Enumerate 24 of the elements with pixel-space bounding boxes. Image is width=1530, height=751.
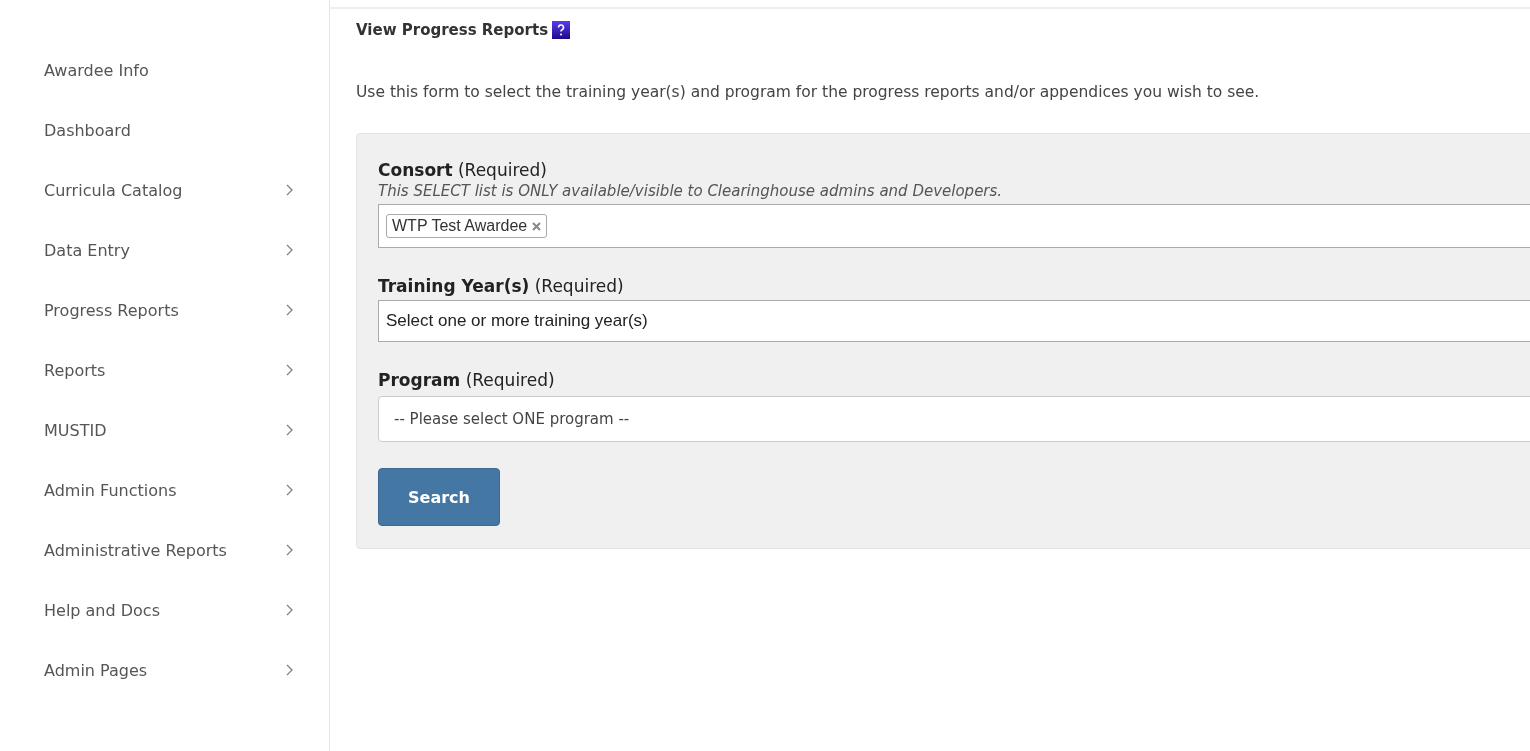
- tag-select-field[interactable]: WTP Test Awardee: [378, 204, 1530, 248]
- search-button[interactable]: Search: [378, 468, 500, 526]
- select-field[interactable]: -- Please select ONE program --: [378, 396, 1530, 442]
- sidebar-item[interactable]: Curricula Catalog: [44, 160, 294, 220]
- sidebar-item[interactable]: Admin Pages: [44, 640, 294, 700]
- field-label: Program (Required): [378, 370, 556, 390]
- sidebar-item[interactable]: Admin Functions: [44, 460, 294, 520]
- sidebar-item[interactable]: MUSTID: [44, 400, 294, 460]
- sidebar-item[interactable]: Data Entry: [44, 220, 294, 280]
- sidebar-item[interactable]: Help and Docs: [44, 580, 294, 640]
- sidebar-item[interactable]: Progress Reports: [44, 280, 294, 340]
- sidebar-item[interactable]: Dashboard: [44, 100, 294, 160]
- remove-icon[interactable]: [532, 221, 542, 231]
- field-note: This SELECT list is ONLY available/visible to Clearinghouse admins and Developers.: [378, 182, 1004, 200]
- sidebar-item[interactable]: Awardee Info: [44, 40, 294, 100]
- help-icon[interactable]: [552, 21, 571, 39]
- selected-tag[interactable]: WTP Test Awardee: [386, 214, 548, 238]
- page-title: View Progress Reports: [356, 21, 549, 39]
- multiselect-field[interactable]: Select one or more training year(s): [378, 300, 1530, 342]
- sidebar-item[interactable]: Reports: [44, 340, 294, 400]
- sidebar-item[interactable]: Administrative Reports: [44, 520, 294, 580]
- field-label: Training Year(s) (Required): [378, 276, 625, 296]
- intro-text: Use this form to select the training year(s) and program for the progress reports and/or appendices you wish to see.: [356, 83, 1261, 101]
- field-label: Consort (Required): [378, 160, 548, 180]
